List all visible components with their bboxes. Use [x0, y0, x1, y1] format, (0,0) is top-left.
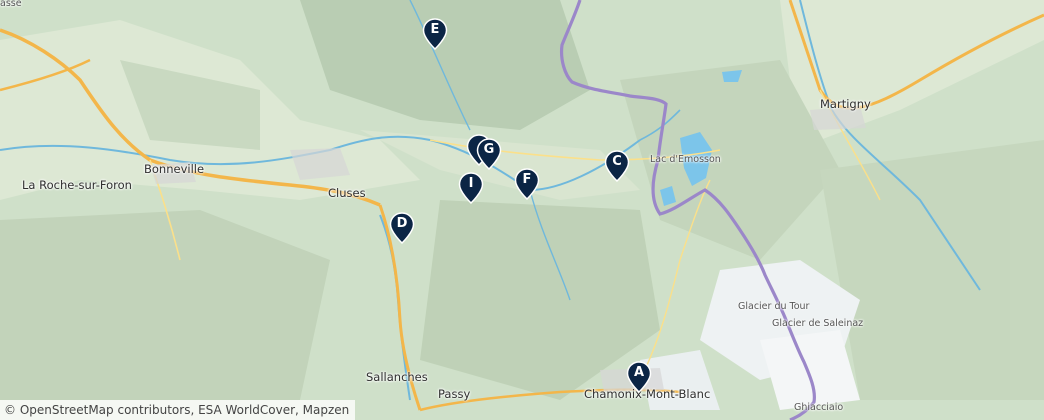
map-marker-e[interactable]: E [422, 18, 448, 50]
map-marker-a[interactable]: A [626, 361, 652, 393]
town-area [810, 106, 866, 130]
map-terrain [0, 0, 1044, 420]
town-area [150, 162, 196, 184]
mountain-area [820, 140, 1044, 400]
town-area [290, 148, 350, 180]
map-attribution[interactable]: © OpenStreetMap contributors, ESA WorldC… [0, 400, 356, 420]
marker-label: E [430, 22, 440, 37]
marker-label: I [468, 176, 474, 191]
marker-label: G [483, 142, 495, 157]
map-marker-d[interactable]: D [389, 212, 415, 244]
map-view[interactable]: Bonneville La Roche-sur-Foron Cluses Sal… [0, 0, 1044, 420]
map-marker-c[interactable]: C [604, 150, 630, 182]
map-marker-g[interactable]: G [476, 138, 502, 170]
map-marker-f[interactable]: F [514, 168, 540, 200]
marker-label: D [396, 216, 408, 231]
marker-label: F [522, 172, 532, 187]
marker-label: A [633, 365, 645, 380]
marker-label: C [612, 154, 622, 169]
map-marker-i[interactable]: I [458, 172, 484, 204]
mountain-area [0, 210, 330, 400]
